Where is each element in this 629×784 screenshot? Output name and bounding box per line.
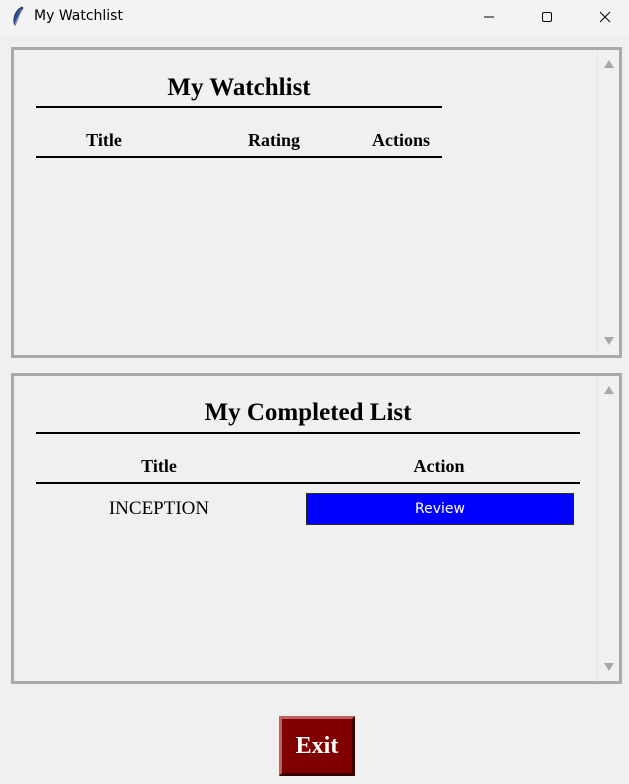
close-icon [599, 8, 611, 27]
maximize-icon [541, 8, 553, 27]
scroll-down-icon[interactable] [604, 337, 614, 345]
completed-header-rule [36, 482, 580, 484]
close-button[interactable] [582, 0, 628, 34]
feather-icon [10, 6, 26, 26]
watchlist-header-rule [36, 156, 442, 158]
watchlist-col-title: Title [86, 130, 122, 150]
watchlist-col-actions: Actions [372, 130, 430, 150]
completed-heading-rule [36, 432, 580, 434]
watchlist-col-rating: Rating [247, 130, 300, 150]
watchlist-panel: My Watchlist Title Rating Actions [11, 47, 622, 358]
minimize-icon [483, 8, 495, 27]
scroll-up-icon[interactable] [604, 386, 614, 394]
completed-panel: My Completed List Title Action INCEPTION… [11, 373, 622, 684]
watchlist-heading: My Watchlist [167, 74, 311, 101]
completed-row-title: INCEPTION [108, 498, 210, 519]
window-titlebar: My Watchlist [0, 0, 629, 34]
scroll-down-icon[interactable] [604, 663, 614, 671]
completed-col-action: Action [413, 456, 465, 476]
minimize-button[interactable] [466, 0, 512, 34]
review-button[interactable]: Review [306, 493, 574, 525]
scroll-up-icon[interactable] [604, 60, 614, 68]
exit-button[interactable]: Exit [279, 716, 355, 776]
maximize-button[interactable] [524, 0, 570, 34]
completed-scrollbar[interactable] [597, 376, 619, 681]
completed-heading: My Completed List [204, 399, 412, 426]
watchlist-scrollbar[interactable] [597, 50, 619, 355]
completed-col-title: Title [141, 456, 177, 476]
window-title: My Watchlist [34, 8, 123, 24]
watchlist-heading-rule [36, 106, 442, 108]
